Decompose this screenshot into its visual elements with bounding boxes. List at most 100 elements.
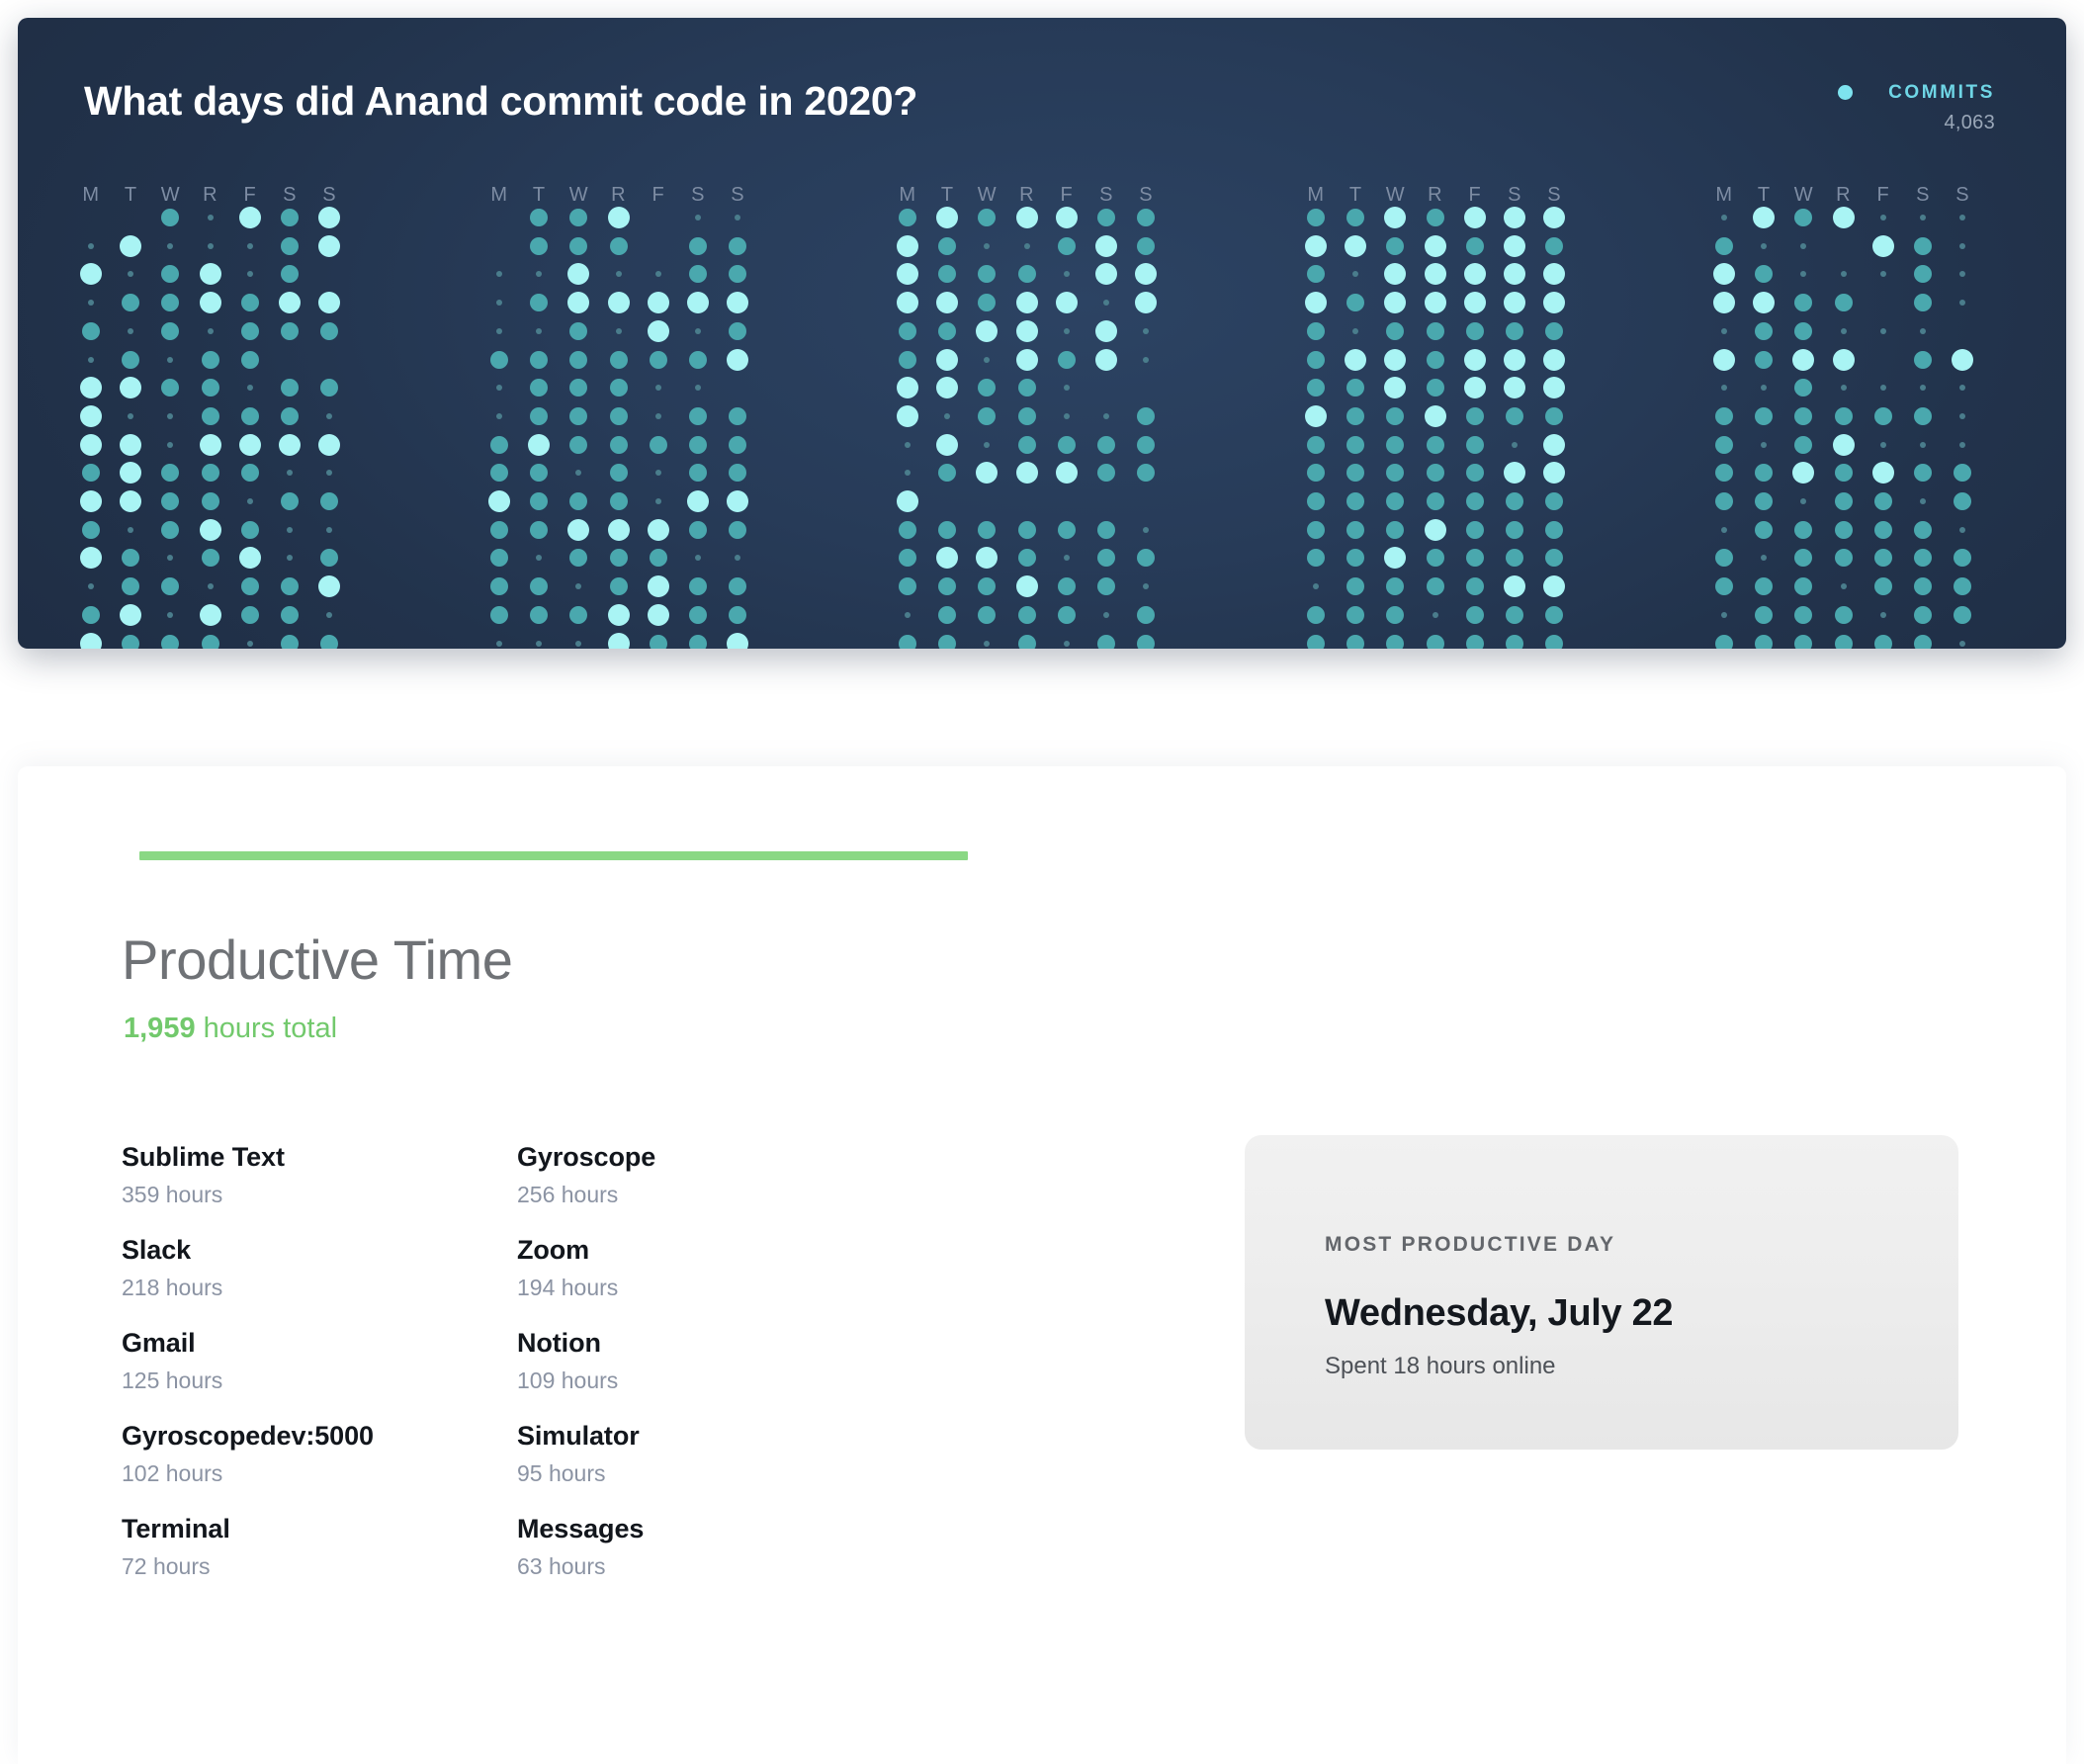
commit-dot <box>1721 611 1727 618</box>
commit-dot <box>936 207 959 228</box>
commit-dot <box>1095 234 1117 257</box>
commit-dot <box>1307 350 1325 369</box>
commit-dot <box>615 271 622 278</box>
commit-dot <box>689 577 707 596</box>
commit-dot <box>1504 292 1525 314</box>
commit-dot <box>1063 412 1070 419</box>
day-label-row: MTWRFSS <box>490 184 794 208</box>
day-label: M <box>1715 184 1733 206</box>
commit-dot <box>1800 271 1807 278</box>
commit-dot <box>1914 350 1932 369</box>
day-label: S <box>1955 184 1970 206</box>
commit-dot <box>647 518 669 541</box>
commit-dot <box>687 490 709 512</box>
commit-dot <box>1137 209 1156 226</box>
commit-dot <box>569 435 588 454</box>
commit-dot <box>1137 435 1156 454</box>
commit-dot <box>938 634 957 649</box>
commit-dot <box>1015 292 1038 314</box>
commit-dot <box>1794 520 1813 539</box>
commit-dot <box>1879 385 1886 392</box>
commit-dot <box>1832 433 1855 456</box>
commit-dot <box>1346 605 1365 624</box>
commit-dot <box>1057 435 1076 454</box>
commit-dot <box>1463 263 1486 286</box>
commit-dot <box>1800 498 1807 504</box>
commit-dot <box>978 406 997 425</box>
commit-dot <box>1017 605 1036 624</box>
commit-dot <box>1755 406 1774 425</box>
commit-dot <box>936 377 959 399</box>
commit-dot <box>246 385 253 392</box>
commit-dot <box>1545 236 1564 255</box>
commit-dot <box>1135 292 1158 314</box>
commit-dot <box>120 490 142 512</box>
commit-dot <box>984 242 991 249</box>
commit-dot <box>1103 412 1109 419</box>
commits-legend-row: COMMITS <box>1838 83 1995 102</box>
commit-dot <box>536 640 543 647</box>
most-productive-day-note: Spent 18 hours online <box>1325 1353 1556 1379</box>
commit-dot <box>1959 271 1966 278</box>
day-label: S <box>691 184 705 206</box>
commit-dot <box>1017 379 1036 397</box>
commit-dot <box>609 549 628 568</box>
day-label: S <box>1508 184 1521 206</box>
commit-dot <box>1545 406 1564 425</box>
commit-dot <box>88 356 94 363</box>
commit-dot <box>1504 575 1525 598</box>
commit-dot <box>1346 406 1365 425</box>
commit-dot <box>1834 605 1853 624</box>
commit-dot <box>727 348 749 371</box>
commit-dot <box>897 292 918 314</box>
commit-dot <box>1386 634 1405 649</box>
commit-dot <box>609 379 628 397</box>
day-label: W <box>160 184 181 206</box>
commit-dot <box>1834 492 1853 510</box>
commit-dot <box>80 547 102 570</box>
page-title: Productive Time <box>122 928 513 991</box>
commit-dot <box>978 605 997 624</box>
commit-dot <box>1879 215 1886 220</box>
commit-dot <box>207 583 214 590</box>
report-page: What days did Anand commit code in 2020?… <box>0 0 2084 1764</box>
commit-dot <box>1313 583 1319 590</box>
commit-dot <box>1137 236 1156 255</box>
commit-dot <box>1063 555 1070 562</box>
day-label-row: MTWRFSS <box>899 184 1202 208</box>
commit-dot <box>897 377 918 399</box>
commits-panel-title: What days did Anand commit code in 2020? <box>84 78 918 124</box>
commit-dot <box>1463 348 1486 371</box>
commit-dot <box>1346 209 1365 226</box>
commit-grid-block: M T WR F S S <box>80 184 386 649</box>
commit-dot <box>490 605 508 624</box>
commit-dot <box>1506 634 1523 649</box>
day-label: S <box>1916 184 1930 206</box>
commit-dot <box>689 605 707 624</box>
commit-dot <box>1545 492 1564 510</box>
commit-dot <box>1920 327 1926 334</box>
commit-dot <box>1063 640 1070 647</box>
commit-dot <box>1023 242 1030 249</box>
commit-dot <box>569 379 588 397</box>
commit-dot <box>120 462 142 485</box>
commit-dot <box>1307 321 1325 340</box>
commit-dot <box>490 520 508 539</box>
commit-dot <box>161 464 180 483</box>
commit-dot <box>1713 348 1735 371</box>
commit-dot <box>490 435 508 454</box>
app-name: Simulator <box>517 1421 640 1451</box>
commit-dot <box>695 385 701 392</box>
commit-dot <box>122 549 140 568</box>
commit-dot <box>976 547 999 570</box>
commit-dot <box>240 577 259 596</box>
day-label: S <box>322 184 337 206</box>
commit-dot <box>207 327 214 334</box>
commit-dot <box>1426 577 1444 596</box>
commit-dot <box>1424 263 1446 286</box>
commit-dot <box>122 577 140 596</box>
commit-dot <box>569 350 588 369</box>
commit-dot <box>161 577 180 596</box>
commit-dot <box>689 265 707 284</box>
commit-dot <box>1545 634 1564 649</box>
